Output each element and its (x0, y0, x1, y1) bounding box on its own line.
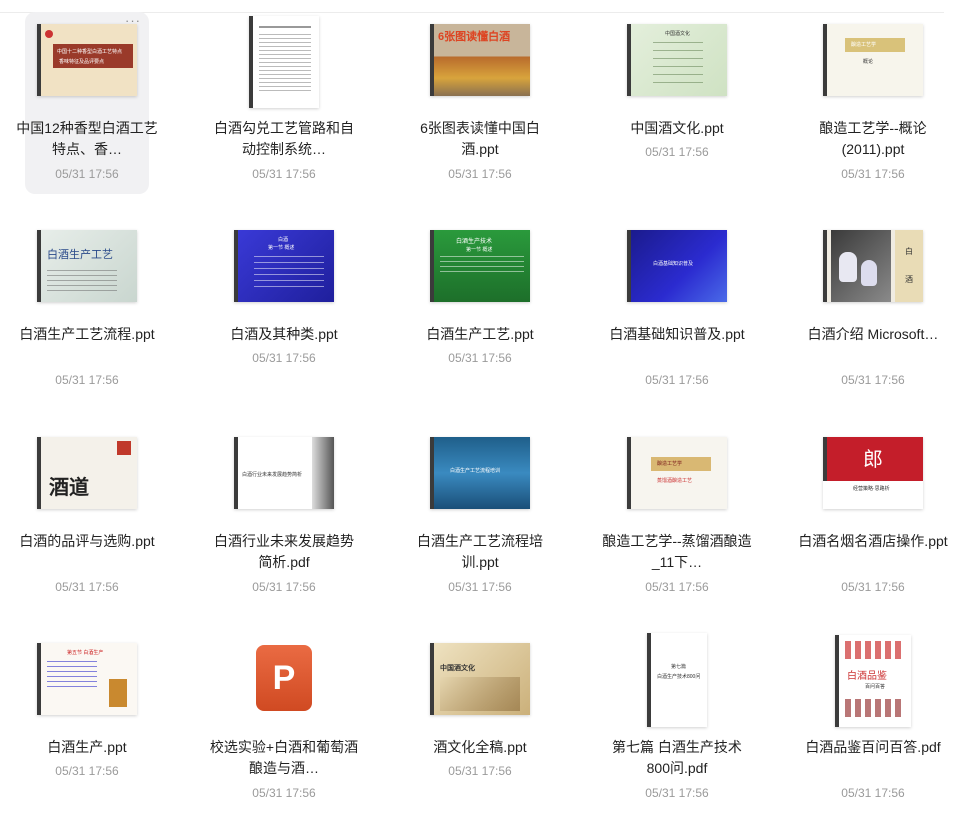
file-name: 6张图表读懂中国白酒.ppt (420, 120, 540, 157)
file-tile[interactable]: 郎 经营策略·思路析 白酒名烟名酒店操作.ppt 05/31 17:56 (798, 425, 948, 607)
file-tile[interactable]: ··· 中国十二种香型白酒工艺特点 香味特征及品评要点 中国12种香型白酒工艺特… (16, 12, 158, 194)
file-thumbnail (249, 16, 319, 108)
file-thumbnail: 白 酒 (823, 230, 923, 302)
file-name: 白酒介绍 Microsoft… (807, 326, 939, 342)
file-date: 05/31 17:56 (252, 786, 316, 800)
file-name: 校选实验+白酒和葡萄酒酿造与酒… (209, 739, 359, 776)
file-date: 05/31 17:56 (448, 167, 512, 181)
file-name: 白酒生产工艺流程培训.ppt (417, 533, 543, 570)
file-grid: ··· 中国十二种香型白酒工艺特点 香味特征及品评要点 中国12种香型白酒工艺特… (0, 0, 956, 815)
file-thumbnail: 白酒生产工艺流程培训 (430, 437, 530, 509)
file-date: 05/31 17:56 (55, 167, 119, 181)
file-thumbnail: 中国酒文化 (430, 643, 530, 715)
file-tile[interactable]: 白酒勾兑工艺管路和自动控制系统… 05/31 17:56 (214, 12, 354, 194)
file-tile[interactable]: 酒道 白酒的品评与选购.ppt 05/31 17:56 (19, 425, 155, 607)
powerpoint-icon: P (256, 645, 312, 711)
file-tile[interactable]: 第五节 白酒生产 白酒生产.ppt 05/31 17:56 (25, 631, 149, 813)
file-thumbnail: 6张图读懂白酒 (430, 24, 530, 96)
file-date: 05/31 17:56 (645, 145, 709, 159)
file-date: 05/31 17:56 (252, 580, 316, 594)
file-name: 白酒行业未来发展趋势简析.pdf (214, 533, 354, 570)
file-date: 05/31 17:56 (55, 580, 119, 594)
file-tile[interactable]: 白 酒 白酒介绍 Microsoft… 05/31 17:56 (808, 218, 938, 400)
file-date: 05/31 17:56 (448, 351, 512, 365)
file-thumbnail: 酿造工艺学 概论 (823, 24, 923, 96)
file-name: 酿造工艺学--蒸馏酒酿造_11下… (602, 533, 752, 570)
file-name: 第七篇 白酒生产技术800问.pdf (612, 739, 742, 776)
file-thumbnail: 白酒基础知识普及 (627, 230, 727, 302)
file-tile[interactable]: 第七篇 白酒生产技术800问 第七篇 白酒生产技术800问.pdf 05/31 … (612, 631, 742, 813)
file-tile[interactable]: 白酒 第一节 概述 白酒及其种类.ppt 05/31 17:56 (222, 218, 346, 400)
file-date: 05/31 17:56 (645, 373, 709, 387)
file-name: 白酒及其种类.ppt (230, 326, 338, 342)
file-thumbnail: 白酒生产工艺 (37, 230, 137, 302)
file-thumbnail: 酒道 (37, 437, 137, 509)
file-tile[interactable]: 白酒生产工艺流程培训 白酒生产工艺流程培训.ppt 05/31 17:56 (417, 425, 543, 607)
file-name: 白酒品鉴百问百答.pdf (805, 739, 941, 755)
file-tile[interactable]: 白酒生产工艺 白酒生产工艺流程.ppt 05/31 17:56 (19, 218, 155, 400)
file-tile[interactable]: 酿造工艺学 蒸馏酒酿造工艺 酿造工艺学--蒸馏酒酿造_11下… 05/31 17… (602, 425, 752, 607)
file-name: 白酒勾兑工艺管路和自动控制系统… (214, 120, 354, 157)
file-name: 白酒的品评与选购.ppt (19, 533, 155, 549)
file-tile[interactable]: 白酒品鉴 百问百答 白酒品鉴百问百答.pdf 05/31 17:56 (805, 631, 941, 813)
file-thumbnail: 中国酒文化 (627, 24, 727, 96)
file-name: 白酒生产.ppt (47, 739, 127, 755)
file-thumbnail: 白酒 第一节 概述 (234, 230, 334, 302)
file-name: 中国12种香型白酒工艺特点、香… (16, 120, 158, 157)
file-date: 05/31 17:56 (252, 351, 316, 365)
file-date: 05/31 17:56 (448, 764, 512, 778)
file-date: 05/31 17:56 (55, 764, 119, 778)
file-date: 05/31 17:56 (841, 167, 905, 181)
file-date: 05/31 17:56 (55, 373, 119, 387)
file-thumbnail: 白酒品鉴 百问百答 (835, 635, 911, 727)
file-tile[interactable]: 白酒行业未来发展趋势简析 白酒行业未来发展趋势简析.pdf 05/31 17:5… (214, 425, 354, 607)
file-thumbnail: 白酒行业未来发展趋势简析 (234, 437, 334, 509)
file-name: 中国酒文化.ppt (630, 120, 724, 136)
file-thumbnail: 中国十二种香型白酒工艺特点 香味特征及品评要点 (37, 24, 137, 96)
file-date: 05/31 17:56 (841, 580, 905, 594)
file-date: 05/31 17:56 (645, 580, 709, 594)
file-date: 05/31 17:56 (645, 786, 709, 800)
file-thumbnail: 第五节 白酒生产 (37, 643, 137, 715)
file-thumbnail: 第七篇 白酒生产技术800问 (647, 633, 707, 727)
file-tile[interactable]: 中国酒文化 中国酒文化.ppt 05/31 17:56 (615, 12, 739, 194)
file-date: 05/31 17:56 (841, 786, 905, 800)
file-tile[interactable]: 6张图读懂白酒 6张图表读懂中国白酒.ppt 05/31 17:56 (418, 12, 542, 194)
file-date: 05/31 17:56 (841, 373, 905, 387)
file-name: 白酒生产工艺流程.ppt (19, 326, 155, 342)
file-name: 白酒名烟名酒店操作.ppt (798, 533, 948, 549)
file-tile[interactable]: 酿造工艺学 概论 酿造工艺学--概论(2011).ppt 05/31 17:56 (811, 12, 935, 194)
file-tile[interactable]: P 校选实验+白酒和葡萄酒酿造与酒… 05/31 17:56 (210, 631, 358, 813)
file-name: 酒文化全稿.ppt (433, 739, 527, 755)
file-name: 酿造工艺学--概论(2011).ppt (819, 120, 927, 157)
file-thumbnail: 郎 经营策略·思路析 (823, 437, 923, 509)
file-name: 白酒生产工艺.ppt (426, 326, 534, 342)
file-thumbnail: 白酒生产技术 第一节 概述 (430, 230, 530, 302)
file-tile[interactable]: 中国酒文化 酒文化全稿.ppt 05/31 17:56 (418, 631, 542, 813)
file-date: 05/31 17:56 (448, 580, 512, 594)
file-name: 白酒基础知识普及.ppt (609, 326, 745, 342)
file-thumbnail: 酿造工艺学 蒸馏酒酿造工艺 (627, 437, 727, 509)
file-date: 05/31 17:56 (252, 167, 316, 181)
file-tile[interactable]: 白酒基础知识普及 白酒基础知识普及.ppt 05/31 17:56 (609, 218, 745, 400)
file-tile[interactable]: 白酒生产技术 第一节 概述 白酒生产工艺.ppt 05/31 17:56 (418, 218, 542, 400)
